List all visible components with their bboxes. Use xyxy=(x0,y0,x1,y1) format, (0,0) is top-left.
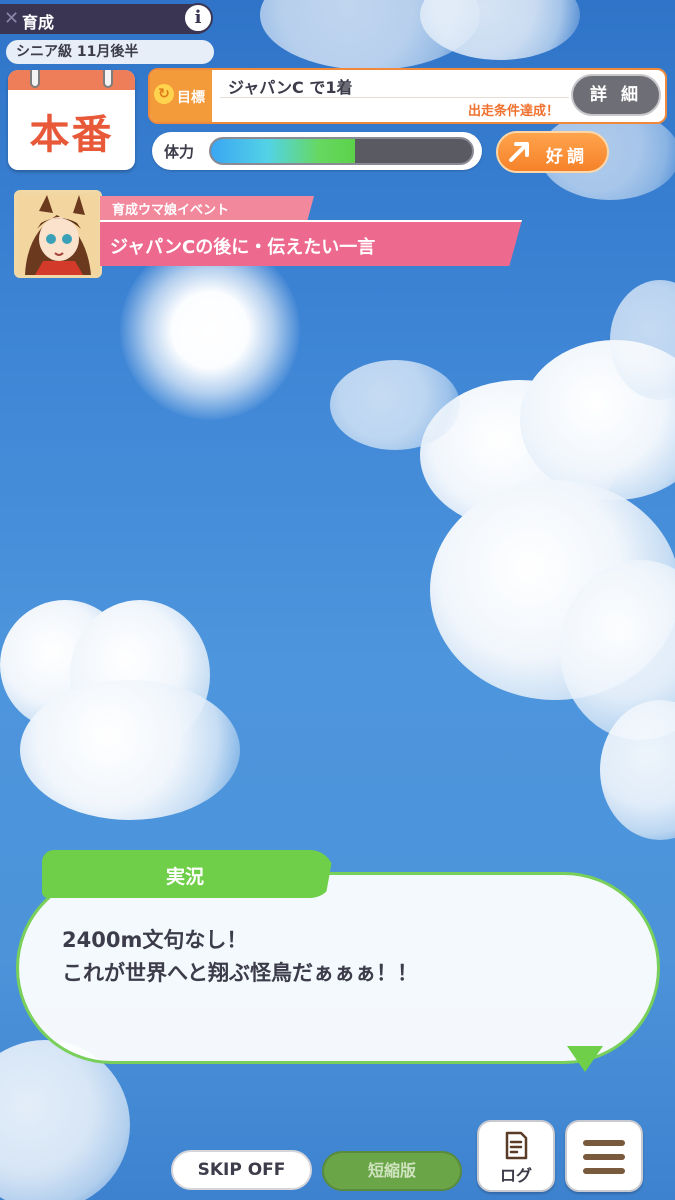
short-version-button[interactable]: 短縮版 xyxy=(322,1151,462,1191)
mood-button[interactable]: 好調 xyxy=(496,131,609,173)
goal-tag: ↻ 目標 xyxy=(150,70,212,122)
period-label: シニア級 11月後半 xyxy=(6,40,214,64)
detail-button[interactable]: 詳 細 xyxy=(571,74,661,116)
calendar-top xyxy=(8,70,135,90)
log-button[interactable]: ログ xyxy=(477,1120,555,1192)
mode-header: ✕ 育成 xyxy=(0,4,212,34)
stamina-fill xyxy=(211,139,355,163)
decoration-icon: ✕ xyxy=(4,8,20,29)
cloud xyxy=(0,1040,130,1200)
event-category: 育成ウマ娘イベント xyxy=(112,203,230,218)
divider xyxy=(220,97,569,98)
refresh-icon: ↻ xyxy=(154,84,174,104)
sun xyxy=(120,240,300,420)
goal-status: 出走条件達成！ xyxy=(467,104,559,119)
character-illustration xyxy=(17,193,99,275)
stamina-label: 体力 xyxy=(164,143,195,161)
event-title: ジャパンCの後に・伝えたい一言 xyxy=(110,237,376,258)
stamina-gauge: 体力 xyxy=(152,132,482,170)
mood-label: 好調 xyxy=(546,147,588,167)
calendar-label: 本番 xyxy=(29,112,114,158)
dialog-line-2: これが世界へと翔ぶ怪鳥だぁぁぁ！！ xyxy=(62,961,418,985)
arrow-up-right-icon xyxy=(509,142,529,162)
calendar-ring-icon xyxy=(103,70,113,88)
log-label: ログ xyxy=(499,1166,532,1185)
next-arrow-icon[interactable] xyxy=(567,1046,603,1072)
menu-button[interactable] xyxy=(565,1120,643,1192)
dialog-line-1: 2400m文句なし！ xyxy=(62,928,248,952)
event-category-banner: 育成ウマ娘イベント xyxy=(100,196,314,220)
speaker-tab: 実況 xyxy=(42,850,334,898)
stamina-track xyxy=(209,137,474,165)
mode-label: 育成 xyxy=(22,13,55,32)
cloud xyxy=(330,360,460,450)
dialog-text: 2400m文句なし！ これが世界へと翔ぶ怪鳥だぁぁぁ！！ xyxy=(62,924,418,990)
event-title-banner: ジャパンCの後に・伝えたい一言 xyxy=(100,220,522,266)
info-icon[interactable]: i xyxy=(183,3,213,33)
goal-tag-label: 目標 xyxy=(177,90,205,106)
log-icon xyxy=(505,1131,528,1160)
cloud xyxy=(20,680,240,820)
speaker-name: 実況 xyxy=(166,866,205,888)
calendar-ring-icon xyxy=(30,70,40,88)
skip-toggle-button[interactable]: SKIP OFF xyxy=(171,1150,312,1190)
character-portrait xyxy=(14,190,102,278)
goal-title: ジャパンC で1着 xyxy=(228,78,353,97)
calendar-card: 本番 xyxy=(8,70,135,170)
